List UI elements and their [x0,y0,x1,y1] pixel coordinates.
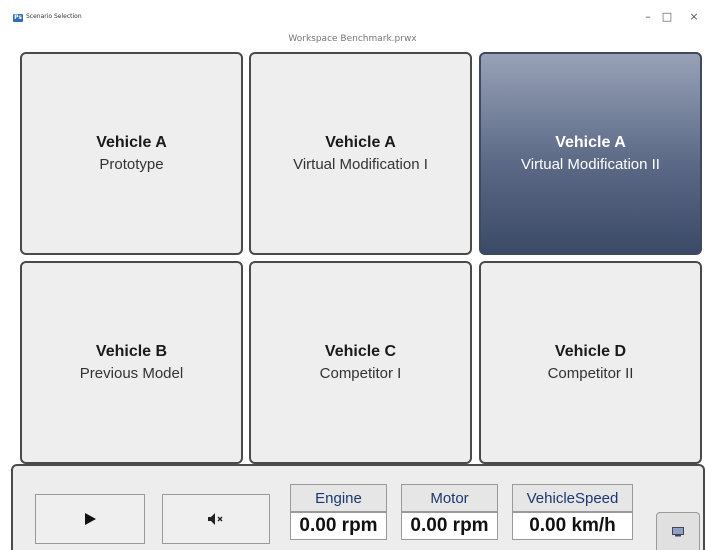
gauge-value: 0.00 rpm [401,512,498,540]
scenario-tile-vehicle-c-competitor-1[interactable]: Vehicle C Competitor I [249,261,472,464]
tile-subtitle: Previous Model [79,364,184,382]
tile-subtitle: Competitor II [547,364,634,382]
scenario-grid: Vehicle A Prototype Vehicle A Virtual Mo… [20,52,705,465]
tile-title: Vehicle A [555,133,626,151]
motor-gauge: Motor 0.00 rpm [401,484,498,540]
scenario-tile-vehicle-a-virtual-mod-2[interactable]: Vehicle A Virtual Modification II [479,52,702,255]
title-bar: Ps Scenario Selection Workspace Benchmar… [0,0,705,44]
window-title: Scenario Selection [26,13,82,20]
maximize-button[interactable]: □ [659,10,675,23]
minimize-button[interactable]: – [640,10,656,23]
tile-subtitle: Prototype [99,155,164,173]
tile-subtitle: Competitor I [319,364,402,382]
control-panel: Engine 0.00 rpm Motor 0.00 rpm VehicleSp… [11,464,705,550]
gauge-value: 0.00 km/h [512,512,633,540]
tile-title: Vehicle C [324,342,397,360]
play-icon [85,513,96,525]
scenario-tile-vehicle-a-virtual-mod-1[interactable]: Vehicle A Virtual Modification I [249,52,472,255]
gauge-label: Engine [290,484,387,512]
gauge-label: Motor [401,484,498,512]
tile-title: Vehicle D [554,342,627,360]
engine-gauge: Engine 0.00 rpm [290,484,387,540]
window-toggle-button[interactable] [656,512,700,550]
tile-title: Vehicle B [95,342,168,360]
scenario-tile-vehicle-a-prototype[interactable]: Vehicle A Prototype [20,52,243,255]
tile-subtitle: Virtual Modification I [293,155,428,173]
vehicle-speed-gauge: VehicleSpeed 0.00 km/h [512,484,633,540]
tile-title: Vehicle A [325,133,396,151]
window-icon [672,526,684,536]
scenario-tile-vehicle-d-competitor-2[interactable]: Vehicle D Competitor II [479,261,702,464]
close-button[interactable]: × [686,10,702,23]
gauge-value: 0.00 rpm [290,512,387,540]
tile-subtitle: Virtual Modification II [521,155,660,173]
gauge-label: VehicleSpeed [512,484,633,512]
mute-button[interactable] [162,494,270,544]
document-title: Workspace Benchmark.prwx [288,34,417,44]
app-icon: Ps [13,14,23,22]
tile-title: Vehicle A [96,133,167,151]
speaker-muted-icon [208,513,223,525]
scenario-tile-vehicle-b-previous[interactable]: Vehicle B Previous Model [20,261,243,464]
play-button[interactable] [35,494,145,544]
